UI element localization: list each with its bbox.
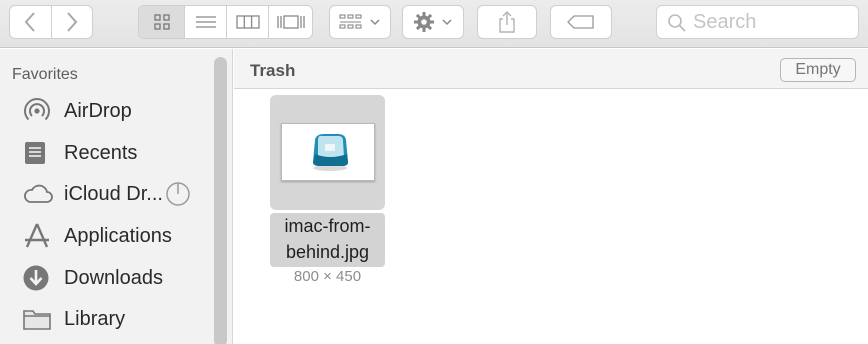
action-button[interactable] [402, 5, 464, 39]
sidebar-item-label: iCloud Dr... [64, 182, 163, 205]
sidebar-item-icloud-drive[interactable]: iCloud Dr... [22, 177, 207, 211]
search-icon [668, 14, 686, 32]
grid-icon [153, 14, 170, 30]
forward-button[interactable] [50, 6, 93, 38]
gallery-view-button[interactable] [268, 6, 312, 38]
file-thumbnail[interactable] [270, 95, 385, 210]
sidebar-item-downloads[interactable]: Downloads [22, 261, 207, 295]
view-mode-control [138, 5, 313, 39]
empty-trash-button[interactable]: Empty [780, 58, 856, 82]
imac-photo-icon [313, 134, 348, 171]
chevron-right-icon [67, 12, 78, 32]
toolbar: Search [0, 0, 868, 48]
share-icon [499, 11, 515, 33]
sidebar-item-label: Library [64, 307, 126, 330]
file-area: imac-from- behind.jpg 800 × 450 [234, 90, 868, 344]
nav-buttons [9, 5, 93, 39]
sidebar-item-label: Downloads [64, 266, 163, 289]
chevron-left-icon [24, 12, 35, 32]
back-button[interactable] [10, 6, 51, 38]
list-icon [195, 16, 216, 28]
sidebar-item-applications[interactable]: Applications [22, 219, 207, 253]
recents-icon [22, 136, 56, 170]
file-name-label[interactable]: imac-from- behind.jpg [270, 213, 385, 267]
file-name-line: imac-from- [284, 216, 371, 236]
sidebar-scrollbar[interactable] [212, 57, 229, 344]
file-dimensions: 800 × 450 [293, 268, 362, 285]
icloud-icon [22, 177, 56, 211]
sidebar-scroll-thumb[interactable] [214, 57, 227, 344]
list-view-button[interactable] [184, 6, 226, 38]
folder-icon [22, 302, 56, 336]
group-by-button[interactable] [329, 5, 391, 39]
share-button[interactable] [477, 5, 537, 39]
group-icon [339, 14, 362, 29]
sidebar-item-label: Recents [64, 141, 138, 164]
sidebar-item-recents[interactable]: Recents [22, 136, 207, 170]
sidebar-item-label: Applications [64, 224, 172, 247]
chevron-down-icon [370, 19, 380, 26]
applications-icon [22, 219, 56, 253]
sidebar-header: Favorites [12, 66, 78, 83]
sidebar: Favorites AirDrop Recents iCloud Dr... A… [0, 49, 233, 344]
image-preview [281, 123, 375, 181]
icon-view-button[interactable] [139, 6, 184, 38]
folder-title: Trash [250, 61, 296, 80]
gear-icon [414, 12, 434, 32]
airdrop-icon [22, 94, 56, 128]
sidebar-item-library[interactable]: Library [22, 302, 207, 336]
downloads-icon [22, 261, 56, 295]
tag-icon [567, 15, 594, 29]
path-bar: Trash Empty [234, 49, 868, 89]
sync-progress-icon [166, 182, 190, 206]
columns-icon [235, 15, 260, 29]
search-input[interactable]: Search [656, 5, 859, 39]
sidebar-item-airdrop[interactable]: AirDrop [22, 94, 207, 128]
sidebar-item-label: AirDrop [64, 99, 132, 122]
file-name-line: behind.jpg [285, 242, 370, 262]
tags-button[interactable] [550, 5, 612, 39]
search-placeholder: Search [693, 10, 757, 33]
chevron-down-icon [442, 19, 452, 26]
gallery-icon [276, 15, 305, 29]
column-view-button[interactable] [226, 6, 268, 38]
